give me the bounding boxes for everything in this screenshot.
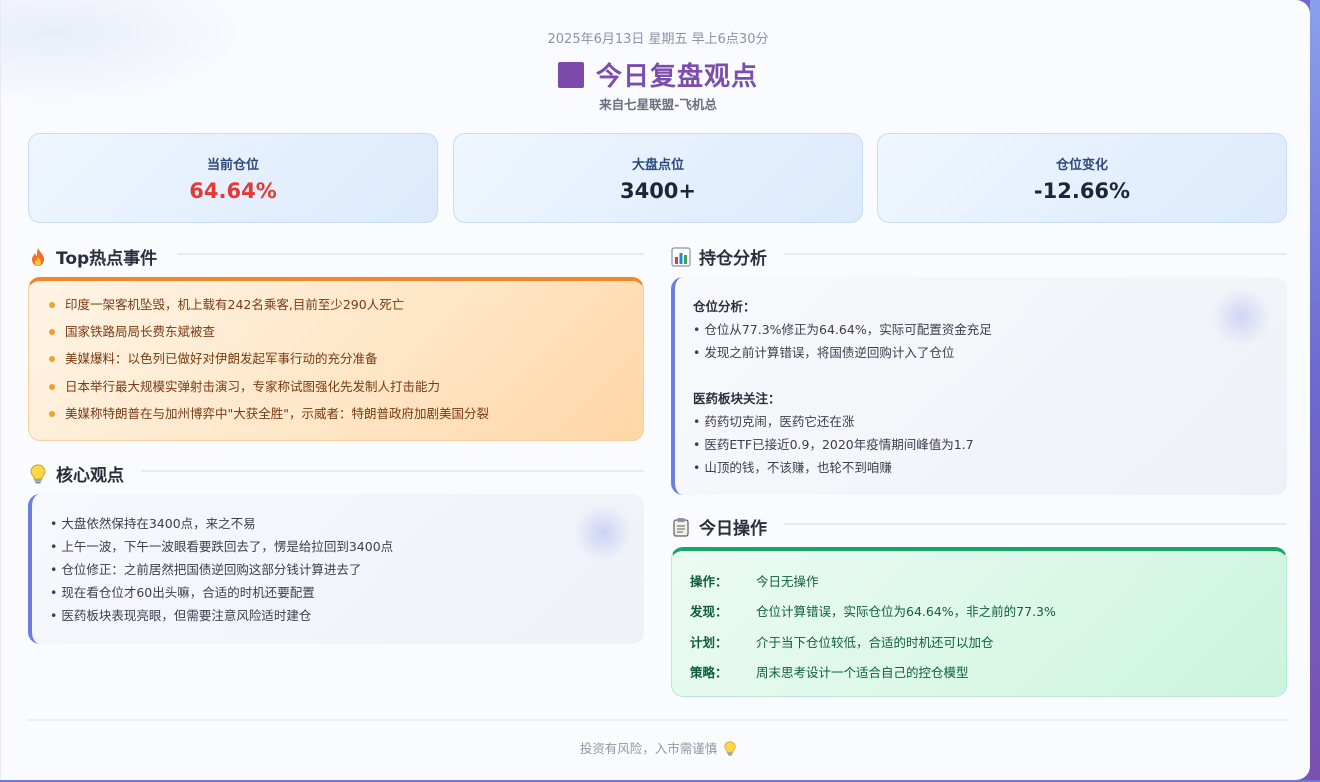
report-date: 2025年6月13日 星期五 早上6点30分: [547, 32, 769, 47]
ops-key: 发现：: [690, 604, 728, 620]
ops-value: 周末思考设计一个适合自己的控仓模型: [756, 665, 969, 681]
list-item: 美媒爆料：以色列已做好对伊朗发起军事行动的充分准备: [47, 349, 625, 376]
page-title: 今日复盘观点: [595, 62, 758, 92]
stat-value: 64.64%: [189, 179, 277, 203]
lightbulb-icon: [28, 463, 48, 484]
list-item: 美媒称特朗普在与加州博弈中"大获全胜"，示威者：特朗普政府加剧美国分裂: [47, 404, 625, 431]
stat-card-change: 仓位变化 -12.66%: [877, 133, 1287, 223]
core-views-panel: • 大盘依然保持在3400点，来之不易 • 上午一波，下午一波眼看要跌回去了，愣…: [28, 494, 644, 644]
operations-panel: 操作： 今日无操作 发现： 仓位计算错误，实际仓位为64.64%，非之前的77.…: [671, 547, 1287, 697]
section-title: Top热点事件: [56, 249, 158, 269]
list-item: 印度一架客机坠毁，机上载有242名乘客,目前至少290人死亡: [47, 295, 625, 322]
section-header-ops: 今日操作: [671, 514, 767, 539]
holdings-subheading: 仓位分析：: [693, 299, 756, 314]
decorative-glow: [1211, 287, 1271, 347]
section-divider: [784, 523, 1287, 525]
footer-text: 投资有风险，入市需谨慎: [579, 741, 718, 756]
holdings-panel: 仓位分析： • 仓位从77.3%修正为64.64%，实际可配置资金充足 • 发现…: [671, 277, 1287, 495]
fire-icon: [28, 247, 48, 267]
section-title: 核心观点: [56, 466, 124, 486]
section-header-views: 核心观点: [28, 461, 124, 486]
list-item: 日本举行最大规模实弹射击演习，专家称试图强化先发制人打击能力: [47, 377, 625, 404]
holdings-subheading: 医药板块关注：: [693, 391, 781, 406]
holdings-line: • 仓位从77.3%修正为64.64%，实际可配置资金充足: [693, 322, 992, 337]
view-line: • 仓位修正：之前居然把国债逆回购这部分钱计算进去了: [50, 562, 362, 577]
view-line: • 现在看仓位才60出头嘛，合适的时机还要配置: [50, 585, 315, 600]
stat-card-position: 当前仓位 64.64%: [28, 133, 438, 223]
ops-key: 策略：: [690, 665, 728, 681]
stat-card-index: 大盘点位 3400+: [453, 133, 863, 223]
footer-divider: [28, 719, 1288, 721]
hot-events-list: 印度一架客机坠毁，机上载有242名乘客,目前至少290人死亡 国家铁路局局长费东…: [47, 295, 625, 431]
clipboard-icon: [671, 517, 691, 537]
bar-chart-icon: [671, 246, 691, 267]
ops-value: 仓位计算错误，实际仓位为64.64%，非之前的77.3%: [756, 604, 1056, 620]
ops-row: 策略： 周末思考设计一个适合自己的控仓模型: [690, 657, 1268, 688]
stat-value: 3400+: [619, 179, 697, 203]
ops-row: 计划： 介于当下仓位较低，合适的时机还可以加仓: [690, 626, 1268, 657]
purple-square-icon: [557, 61, 584, 88]
ops-row: 操作： 今日无操作: [690, 565, 1268, 596]
section-header-hot: Top热点事件: [28, 244, 157, 269]
section-divider: [141, 470, 644, 472]
section-divider: [177, 253, 644, 255]
section-title: 持仓分析: [699, 249, 767, 269]
ops-value: 今日无操作: [756, 573, 819, 589]
view-line: • 上午一波，下午一波眼看要跌回去了，愣是给拉回到3400点: [50, 539, 394, 554]
section-header-holdings: 持仓分析: [671, 244, 767, 269]
decorative-glow: [574, 504, 632, 562]
report-card: 2025年6月13日 星期五 早上6点30分 今日复盘观点 来自七星联盟-飞机总…: [0, 0, 1310, 780]
holdings-line: • 发现之前计算错误，将国债逆回购计入了仓位: [693, 345, 955, 360]
view-line: • 医药板块表现亮眼，但需要注意风险适时建仓: [50, 608, 312, 623]
footer: 投资有风险，入市需谨慎: [1, 738, 1315, 759]
ops-row: 发现： 仓位计算错误，实际仓位为64.64%，非之前的77.3%: [690, 596, 1268, 627]
holdings-line: • 医药ETF已接近0.9，2020年疫情期间峰值为1.7: [693, 437, 974, 452]
view-line: • 大盘依然保持在3400点，来之不易: [50, 516, 256, 531]
holdings-line: • 药药切克闹，医药它还在涨: [693, 414, 855, 429]
stat-label: 当前仓位: [206, 158, 259, 173]
stat-value: -12.66%: [1033, 179, 1131, 203]
window-edge: [1310, 0, 1320, 782]
section-divider: [784, 253, 1287, 255]
section-title: 今日操作: [699, 519, 767, 539]
ops-key: 操作：: [690, 573, 728, 589]
page-title-row: 今日复盘观点: [1, 56, 1315, 93]
page-subtitle: 来自七星联盟-飞机总: [599, 97, 717, 112]
ops-key: 计划：: [690, 634, 728, 650]
stat-label: 仓位变化: [1055, 158, 1108, 173]
holdings-line: • 山顶的钱，不该赚，也轮不到咱赚: [693, 460, 892, 475]
hot-events-panel: 印度一架客机坠毁，机上载有242名乘客,目前至少290人死亡 国家铁路局局长费东…: [28, 277, 644, 441]
lightbulb-icon: [724, 740, 736, 759]
ops-value: 介于当下仓位较低，合适的时机还可以加仓: [756, 634, 994, 650]
list-item: 国家铁路局局长费东斌被查: [47, 322, 625, 349]
stat-label: 大盘点位: [631, 158, 684, 173]
